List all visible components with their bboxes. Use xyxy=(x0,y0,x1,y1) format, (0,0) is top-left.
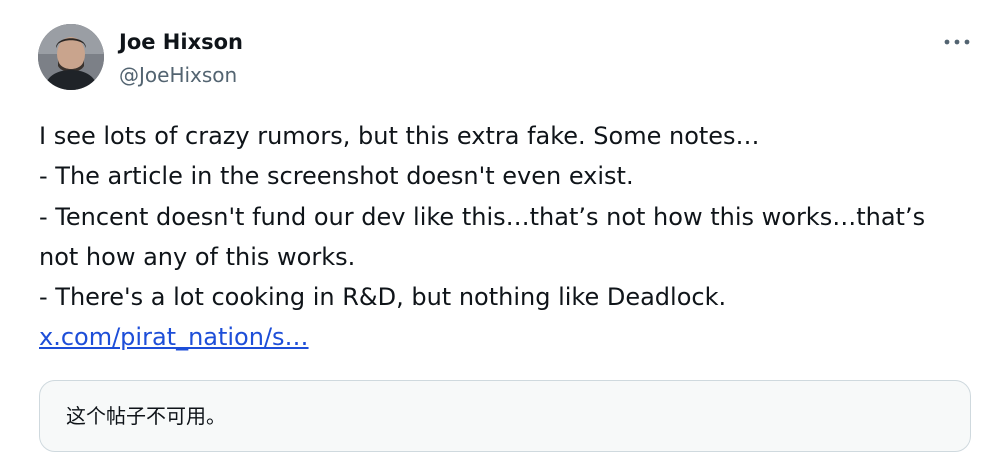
tweet-text-line: not how any of this works. xyxy=(39,242,356,271)
person-photo-avatar-icon xyxy=(38,24,104,90)
author-handle[interactable]: @JoeHixson xyxy=(119,60,237,90)
tweet-text-line: - The article in the screenshot doesn't … xyxy=(39,162,634,191)
tweet-link[interactable]: x.com/pirat_nation/s… xyxy=(39,323,309,351)
quoted-post-unavailable-text: 这个帖子不可用。 xyxy=(66,404,226,428)
more-horizontal-icon xyxy=(944,39,970,45)
avatar[interactable] xyxy=(38,24,104,90)
tweet-text-line: - There's a lot cooking in R&D, but noth… xyxy=(39,283,727,312)
author-display-name[interactable]: Joe Hixson xyxy=(119,27,243,57)
quoted-post-card[interactable]: 这个帖子不可用。 xyxy=(39,380,971,452)
tweet-text-line: - Tencent doesn't fund our dev like this… xyxy=(39,202,926,231)
more-options-button[interactable] xyxy=(940,28,974,56)
tweet-text-line: I see lots of crazy rumors, but this ext… xyxy=(39,122,760,150)
tweet-card: Joe Hixson @JoeHixson I see lots of craz… xyxy=(0,0,993,468)
tweet-body: I see lots of crazy rumors, but this ext… xyxy=(39,116,979,358)
